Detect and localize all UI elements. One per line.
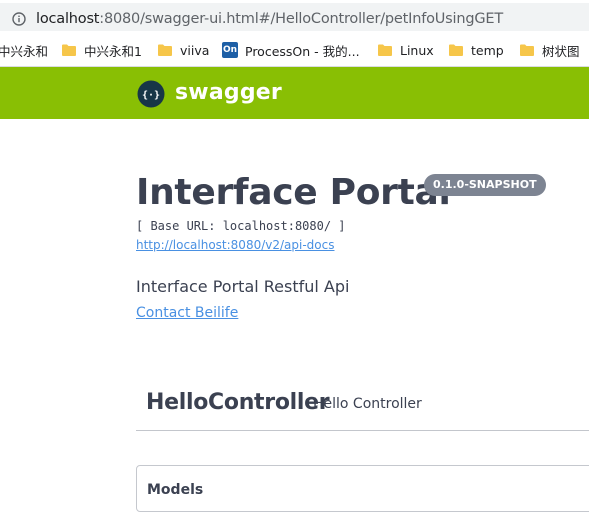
api-description: Interface Portal Restful Api — [136, 277, 350, 296]
tag-name: HelloController — [146, 390, 330, 415]
browser-address-bar: localhost:8080/swagger-ui.html#/HelloCon… — [0, 0, 589, 33]
url-host: localhost — [36, 11, 100, 27]
page-title: Interface Portal — [136, 172, 451, 213]
folder-icon — [449, 44, 463, 56]
bookmark-label: 树状图 — [542, 43, 580, 59]
bookmark-label: ProcessOn - 我的... — [245, 43, 360, 59]
base-url: [ Base URL: localhost:8080/ ] — [136, 219, 346, 233]
bookmark-item[interactable]: 中兴永和1 — [62, 41, 142, 59]
svg-text:{·}: {·} — [142, 90, 160, 101]
bookmark-label: 中兴永和1 — [84, 43, 142, 59]
version-badge: 0.1.0-SNAPSHOT — [424, 174, 546, 196]
bookmark-item[interactable]: viiva — [158, 41, 209, 59]
api-docs-link[interactable]: http://localhost:8080/v2/api-docs — [136, 238, 334, 252]
url-text: localhost:8080/swagger-ui.html#/HelloCon… — [36, 11, 503, 27]
bookmark-item[interactable]: temp — [449, 41, 504, 59]
bookmarks-bar: 中兴永和 中兴永和1 viiva On ProcessOn - 我的... Li… — [0, 33, 589, 67]
models-section[interactable]: Models — [136, 465, 589, 512]
swagger-logo-icon: {·} — [137, 80, 165, 108]
tag-section-hellocontroller[interactable]: HelloController Hello Controller — [136, 378, 589, 431]
bookmark-item[interactable]: 中兴永和 — [0, 41, 48, 59]
swagger-topbar — [0, 67, 589, 119]
bookmark-label: temp — [471, 42, 504, 58]
bookmark-label: 中兴永和 — [0, 43, 49, 59]
folder-icon — [158, 44, 172, 56]
url-path: :8080/swagger-ui.html#/HelloController/p… — [99, 11, 504, 27]
bookmark-item[interactable]: 树状图 — [520, 41, 580, 59]
bookmark-item[interactable]: On ProcessOn - 我的... — [222, 41, 360, 59]
folder-icon — [62, 44, 76, 56]
bookmark-item[interactable]: Linux — [378, 41, 434, 59]
bookmark-label: viiva — [180, 42, 210, 58]
folder-icon — [520, 44, 534, 56]
bookmark-label: Linux — [400, 42, 434, 58]
info-icon[interactable] — [12, 12, 26, 26]
models-label: Models — [147, 482, 204, 498]
tag-description: Hello Controller — [313, 396, 422, 412]
url-field[interactable]: localhost:8080/swagger-ui.html#/HelloCon… — [0, 3, 589, 31]
swagger-logo-text: swagger — [175, 80, 282, 105]
contact-link[interactable]: Contact Beilife — [136, 305, 238, 321]
folder-icon — [378, 44, 392, 56]
processon-icon: On — [222, 42, 238, 58]
